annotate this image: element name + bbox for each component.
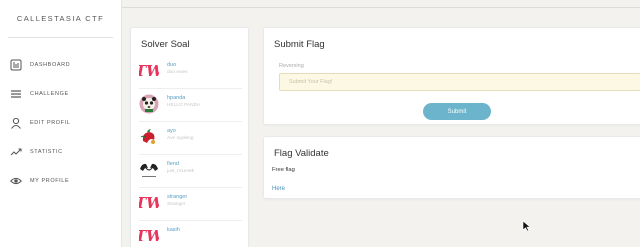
sidebar-item-challenge[interactable]: CHALLENGE [0, 79, 121, 108]
chili-avatar [139, 127, 159, 147]
sidebar-item-edit-profil[interactable]: EDIT PROFIL [0, 108, 121, 137]
sidebar-item-label: DASHBOARD [30, 61, 71, 68]
submit-flag-card: Submit Flag Reversing Submit [263, 27, 640, 125]
twice-logo-avatar: TW [135, 193, 165, 213]
list-item[interactable]: fiend just_m1en6k [139, 155, 242, 188]
sidebar-item-label: CHALLENGE [30, 90, 69, 97]
challenge-category: Reversing [279, 63, 304, 69]
list-item[interactable]: hpanda HELLO PANDA [139, 89, 242, 122]
sidebar: CALLESTASIA CTF DASHBOARD CHALLENGE EDIT… [0, 0, 122, 247]
twice-logo-avatar: TW [135, 226, 165, 246]
flag-input[interactable] [279, 73, 640, 91]
sidebar-nav: DASHBOARD CHALLENGE EDIT PROFIL STATISTI… [0, 50, 121, 195]
solver-name[interactable]: ayo [167, 127, 194, 135]
submit-button[interactable]: Submit [423, 103, 491, 120]
solver-name[interactable]: duo [167, 61, 188, 69]
list-item[interactable]: ayo Ave ngoleng [139, 122, 242, 155]
list-item[interactable]: TW kasih [135, 221, 242, 247]
submit-flag-title: Submit Flag [274, 39, 325, 50]
solver-subtitle: Stranger [167, 202, 186, 207]
list-item[interactable]: TW duo duo ewes [135, 56, 242, 89]
svg-text:TW: TW [139, 62, 159, 80]
sidebar-item-my-profile[interactable]: MY PROFILE [0, 166, 121, 195]
here-link[interactable]: Here [272, 186, 285, 192]
sidebar-item-dashboard[interactable]: DASHBOARD [0, 50, 121, 79]
solver-list: TW duo duo ewes hpanda HELLO PANDA ayo A… [131, 56, 248, 247]
solver-subtitle: HELLO PANDA [167, 103, 201, 108]
solver-subtitle: Ave ngoleng [167, 136, 194, 141]
solver-subtitle: duo ewes [167, 70, 188, 75]
hands-avatar [139, 160, 159, 180]
panda-avatar [139, 94, 159, 114]
svg-text:TW: TW [139, 194, 159, 212]
mouse-cursor-icon [522, 219, 531, 237]
solver-name[interactable]: stranger [167, 193, 187, 201]
solver-title: Solver Soal [141, 39, 190, 50]
menu-icon [9, 87, 22, 100]
solver-name[interactable]: hpanda [167, 94, 200, 102]
sidebar-item-statistic[interactable]: STATISTIC [0, 137, 121, 166]
eye-icon [9, 174, 22, 187]
flag-validate-card: Flag Validate Free flag Here [263, 136, 640, 199]
top-bar [122, 0, 640, 8]
list-item[interactable]: TW stranger Stranger [135, 188, 242, 221]
solver-name[interactable]: fiend [167, 160, 194, 168]
solver-card: Solver Soal TW duo duo ewes hpanda HELLO… [130, 27, 249, 247]
flag-validate-title: Flag Validate [274, 148, 329, 159]
svg-text:TW: TW [139, 227, 159, 245]
brand-title: CALLESTASIA CTF [8, 0, 113, 38]
flag-validate-text: Free flag [272, 167, 295, 173]
solver-name[interactable]: kasih [167, 226, 180, 234]
sidebar-item-label: MY PROFILE [30, 177, 70, 184]
trend-icon [9, 145, 22, 158]
solver-subtitle: just_m1en6k [167, 169, 195, 174]
twice-logo-avatar: TW [135, 61, 165, 81]
sidebar-item-label: EDIT PROFIL [30, 119, 71, 126]
dashboard-icon [9, 58, 22, 71]
sidebar-item-label: STATISTIC [30, 148, 63, 155]
user-icon [9, 116, 22, 129]
